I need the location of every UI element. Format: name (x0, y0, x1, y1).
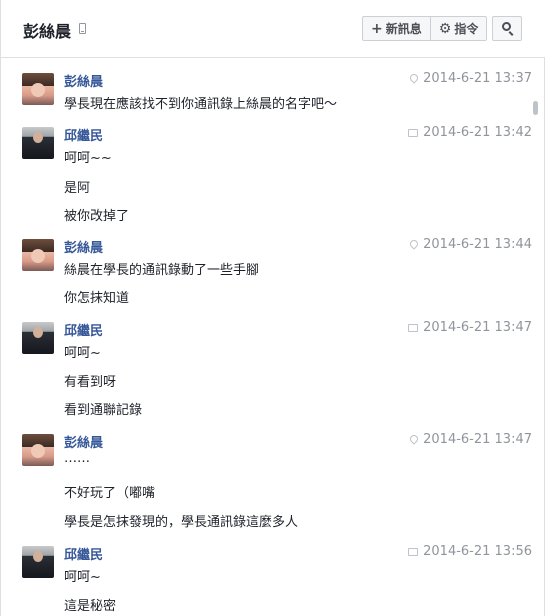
message-author[interactable]: 邱繼民 (64, 125, 103, 144)
mobile-phone-icon (79, 23, 86, 34)
message-text: 呵呵~~ (64, 151, 112, 166)
message-author[interactable]: 邱繼民 (64, 320, 103, 339)
message-thread[interactable]: 彭絲晨 2014-6-21 13:37 學長現在應該找不到你通訊錄上絲晨的名字吧… (1, 59, 545, 616)
timestamp-text: 2014-6-21 13:47 (423, 432, 532, 447)
message-timestamp: 2014-6-21 13:47 (408, 320, 532, 335)
new-message-button[interactable]: + 新訊息 (363, 17, 430, 40)
message-text: 絲晨在學長的通訊錄動了一些手腳 (64, 263, 260, 278)
avatar[interactable] (22, 127, 54, 159)
timestamp-text: 2014-6-21 13:42 (423, 125, 532, 140)
plus-icon: + (371, 20, 383, 37)
message-author[interactable]: 彭絲晨 (64, 237, 103, 256)
chat-icon (408, 547, 419, 556)
message-timestamp: 2014-6-21 13:47 (410, 432, 532, 447)
message-text: 學長現在應該找不到你通訊錄上絲晨的名字吧～ (64, 97, 338, 112)
message-text: 你怎抹知道 (64, 291, 130, 306)
message-text: 呵呵~ (64, 346, 101, 361)
header-action-buttons: + 新訊息 ⚙ 指令 (362, 16, 488, 41)
gear-icon: ⚙ (438, 20, 452, 37)
message-text: …… (64, 451, 90, 466)
new-message-label: 新訊息 (385, 22, 422, 36)
message-text: 看到通聯記錄 (64, 403, 143, 418)
avatar[interactable] (22, 546, 54, 578)
search-icon (502, 22, 511, 31)
message-text: 這是秘密 (64, 599, 117, 614)
message-text: 是阿 (64, 181, 91, 196)
search-button[interactable] (492, 16, 522, 41)
timestamp-text: 2014-6-21 13:47 (423, 320, 532, 335)
avatar[interactable] (22, 322, 54, 354)
message-timestamp: 2014-6-21 13:44 (410, 237, 532, 252)
chat-icon (408, 128, 419, 137)
chat-icon (408, 323, 419, 332)
message-author[interactable]: 彭絲晨 (64, 432, 103, 451)
message-timestamp: 2014-6-21 13:37 (410, 71, 532, 86)
scrollbar-thumb[interactable] (533, 101, 538, 115)
timestamp-text: 2014-6-21 13:37 (423, 71, 532, 86)
location-pin-icon (410, 435, 418, 445)
message-timestamp: 2014-6-21 13:42 (408, 125, 532, 140)
chat-window: 彭絲晨 + 新訊息 ⚙ 指令 彭絲晨 2014-6-21 13:37 學長現在應… (0, 0, 545, 616)
timestamp-text: 2014-6-21 13:56 (423, 544, 532, 559)
message-text: 學長是怎抹發現的，學長通訊錄這麼多人 (64, 515, 299, 530)
message-timestamp: 2014-6-21 13:56 (408, 544, 532, 559)
conversation-header: 彭絲晨 + 新訊息 ⚙ 指令 (1, 0, 545, 58)
message-text: 不好玩了（嘟嘴 (64, 486, 156, 501)
conversation-title: 彭絲晨 (23, 22, 72, 41)
actions-button[interactable]: ⚙ 指令 (429, 17, 487, 40)
avatar[interactable] (22, 239, 54, 271)
message-text: 呵呵~ (64, 570, 101, 585)
location-pin-icon (410, 240, 418, 250)
message-author[interactable]: 邱繼民 (64, 544, 103, 563)
avatar[interactable] (22, 434, 54, 466)
avatar[interactable] (22, 73, 54, 105)
message-text: 被你改掉了 (64, 209, 130, 224)
location-pin-icon (410, 74, 418, 84)
message-author[interactable]: 彭絲晨 (64, 71, 103, 90)
timestamp-text: 2014-6-21 13:44 (423, 237, 532, 252)
actions-label: 指令 (454, 22, 479, 36)
message-text: 有看到呀 (64, 375, 117, 390)
